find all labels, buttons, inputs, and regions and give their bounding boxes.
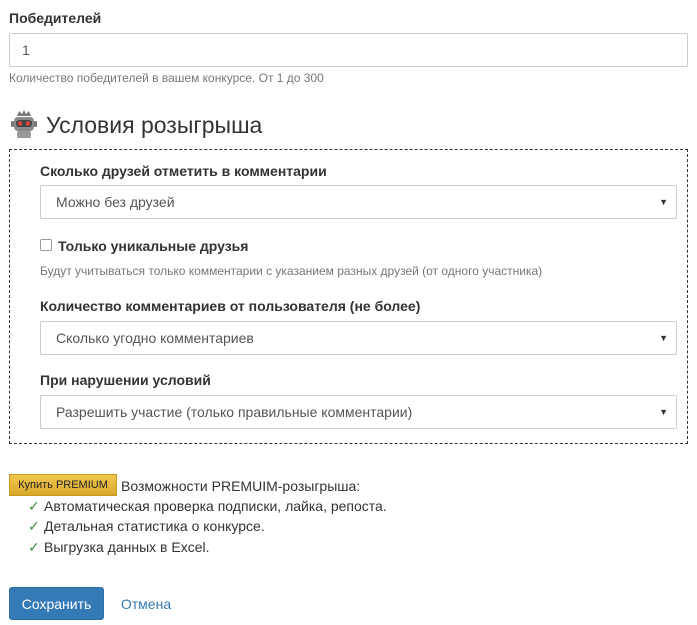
winners-input[interactable]: 1 — [9, 33, 688, 67]
premium-title: Возможности PREMUIM-розыгрыша: — [121, 478, 361, 494]
comments-select[interactable]: Сколько угодно комментариев ▼ — [40, 321, 677, 355]
conditions-title: Условия розыгрыша — [46, 112, 263, 138]
check-icon: ✓ — [28, 518, 40, 534]
caret-down-icon: ▼ — [659, 333, 668, 343]
premium-feature: ✓ Выгрузка данных в Excel. — [28, 539, 210, 555]
buy-premium-button[interactable]: Купить PREMIUM — [9, 474, 117, 496]
save-button[interactable]: Сохранить — [9, 587, 104, 620]
violation-select-value: Разрешить участие (только правильные ком… — [56, 404, 413, 420]
caret-down-icon: ▼ — [659, 407, 668, 417]
friends-label: Сколько друзей отметить в комментарии — [40, 163, 327, 179]
contest-settings-page: Победителей 1 Количество победителей в в… — [0, 0, 697, 625]
winners-hint: Количество победителей в вашем конкурсе.… — [9, 71, 324, 85]
cancel-button[interactable]: Отмена — [111, 587, 181, 620]
comments-label: Количество комментариев от пользователя … — [40, 298, 421, 314]
unique-friends-hint: Будут учитываться только комментарии с у… — [40, 264, 543, 278]
winners-label: Победителей — [9, 10, 102, 26]
unique-friends-checkbox[interactable] — [40, 239, 52, 251]
caret-down-icon: ▼ — [659, 197, 668, 207]
check-icon: ✓ — [28, 539, 40, 555]
premium-feature: ✓ Автоматическая проверка подписки, лайка… — [28, 498, 387, 514]
friends-select-value: Можно без друзей — [56, 194, 175, 210]
friends-select[interactable]: Можно без друзей ▼ — [40, 185, 677, 219]
unique-friends-label: Только уникальные друзья — [58, 238, 249, 254]
robot-king-icon — [11, 110, 37, 138]
comments-select-value: Сколько угодно комментариев — [56, 330, 254, 346]
check-icon: ✓ — [28, 498, 40, 514]
premium-feature: ✓ Детальная статистика о конкурсе. — [28, 518, 265, 534]
violation-label: При нарушении условий — [40, 372, 211, 388]
violation-select[interactable]: Разрешить участие (только правильные ком… — [40, 395, 677, 429]
